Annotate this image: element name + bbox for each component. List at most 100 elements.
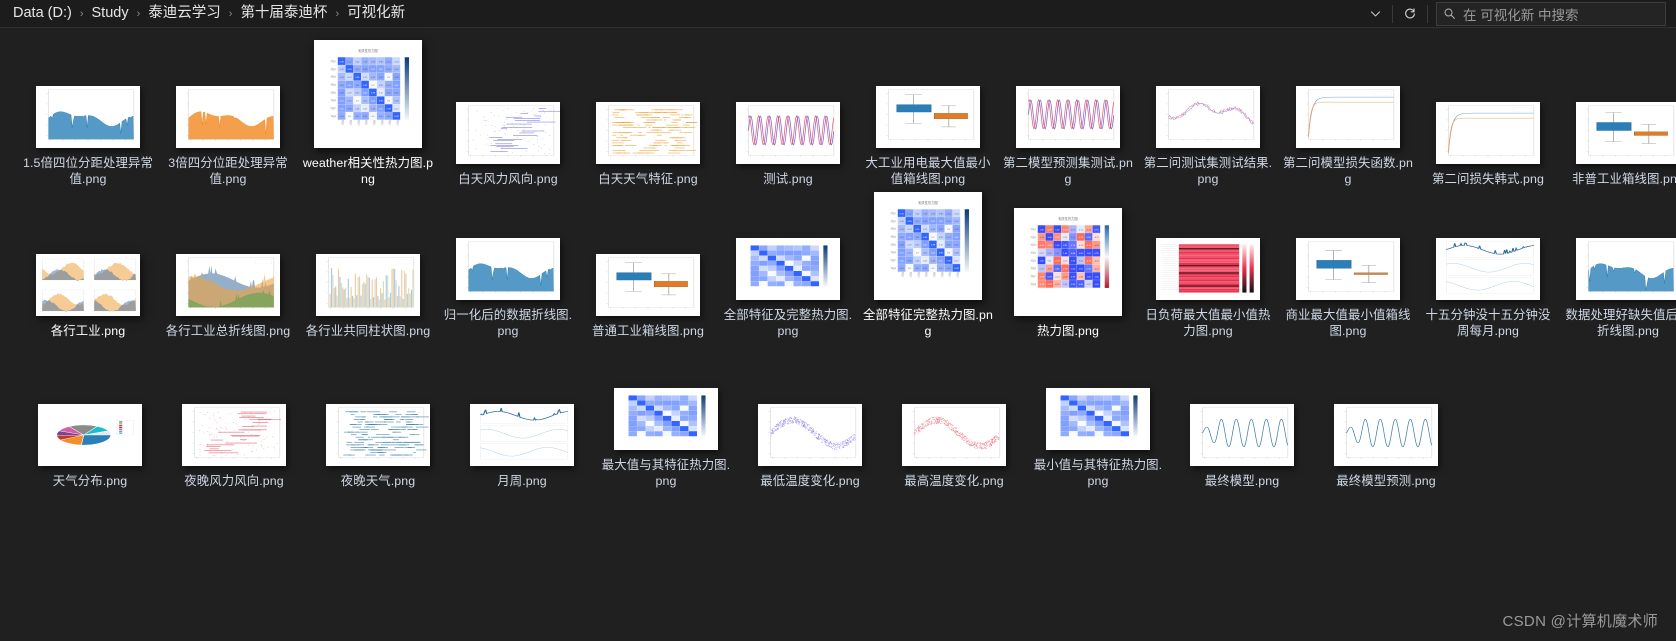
file-tile[interactable]: 相关性热力图 1.00 -0.88 1.00 -0.83 0.42 0.11 -0.60 0.9… bbox=[1002, 194, 1134, 344]
file-tile[interactable]: 白天天气特征.png bbox=[582, 42, 714, 192]
file-thumbnail bbox=[1016, 86, 1120, 148]
breadcrumb-item-3[interactable]: 第十届泰迪杯 bbox=[235, 4, 332, 23]
file-tile[interactable]: 3倍四分位距处理异常值.png bbox=[162, 42, 294, 192]
file-thumbnail bbox=[596, 102, 700, 165]
file-tile[interactable]: 天气分布.png bbox=[22, 344, 158, 494]
file-name-label: 第二模型预测集测试.png bbox=[1003, 156, 1133, 187]
address-bar-controls: 在 可视化新 中搜索 bbox=[1360, 0, 1672, 27]
file-grid-row: 1.5倍四位分距处理异常值.png 3倍四分位距处理异常值.png 相关性热力图 0.… bbox=[18, 40, 1676, 192]
thumbnail-preview-loss-curve-2 bbox=[1436, 102, 1540, 165]
file-tile[interactable]: 1.5倍四位分距处理异常值.png bbox=[22, 42, 154, 192]
thumbnail-preview-heatmap-blue-labeled: 相关性热力图 0.99 0.57 0.30 0.49 0.43 0.38 0.53 0.24 0.… bbox=[314, 40, 422, 148]
file-thumbnail bbox=[326, 404, 430, 467]
file-tile[interactable]: 最低温度变化.png bbox=[742, 344, 878, 494]
file-thumbnail: 相关性热力图 1.00 -0.88 1.00 -0.83 0.42 0.11 -0.60 0.9… bbox=[1014, 208, 1122, 317]
svg-text:相关性热力图: 相关性热力图 bbox=[1058, 216, 1077, 221]
search-input[interactable]: 在 可视化新 中搜索 bbox=[1436, 1, 1666, 26]
file-tile[interactable]: 相关性热力图 0.99 0.57 0.30 0.49 0.43 0.38 0.53 0.24 0.… bbox=[302, 40, 434, 192]
file-tile[interactable]: 最终模型.png bbox=[1174, 344, 1310, 494]
search-icon bbox=[1443, 7, 1456, 20]
file-tile[interactable]: 商业最大值最小值箱线图.png bbox=[1282, 194, 1414, 344]
thumbnail-preview-bar-dense-pastel bbox=[316, 254, 420, 317]
file-tile[interactable]: 最小值与其特征热力图.png bbox=[1030, 344, 1166, 494]
file-tile[interactable]: 第二问损失韩式.png bbox=[1422, 42, 1554, 192]
file-name-label: 第二问损失韩式.png bbox=[1432, 172, 1544, 187]
file-thumbnail bbox=[1046, 387, 1150, 450]
chevron-down-icon[interactable] bbox=[1360, 2, 1390, 26]
thumbnail-preview-scatter-blue-bands bbox=[326, 404, 430, 467]
file-tile[interactable]: 各行业共同柱状图.png bbox=[302, 194, 434, 344]
toolbar-divider bbox=[1427, 4, 1428, 23]
thumbnail-preview-boxplot-blue-orange-3 bbox=[1296, 237, 1400, 300]
breadcrumb-separator-icon: › bbox=[228, 7, 233, 20]
file-name-label: 测试.png bbox=[763, 172, 813, 187]
file-name-label: 最高温度变化.png bbox=[904, 474, 1004, 489]
file-tile[interactable]: 第二问模型损失函数.png bbox=[1282, 42, 1414, 192]
file-tile[interactable]: 各行工业.png bbox=[22, 194, 154, 344]
thumbnail-preview-line-orange-dense bbox=[176, 86, 280, 148]
file-tile[interactable]: 普通工业箱线图.png bbox=[582, 194, 714, 344]
file-list-area[interactable]: 1.5倍四位分距处理异常值.png 3倍四分位距处理异常值.png 相关性热力图 0.… bbox=[0, 28, 1676, 641]
file-tile[interactable]: 全部特征及完整热力图.png bbox=[722, 194, 854, 344]
file-thumbnail bbox=[36, 254, 140, 317]
file-tile[interactable]: 十五分钟没十五分钟没周每月.png bbox=[1422, 194, 1554, 344]
file-tile[interactable]: 第二问测试集测试结果.png bbox=[1142, 42, 1274, 192]
thumbnail-preview-scatter-purple-steps bbox=[456, 102, 560, 165]
thumbnail-preview-heatmap-red-stripes bbox=[1156, 237, 1260, 300]
file-thumbnail bbox=[736, 102, 840, 165]
file-grid: 1.5倍四位分距处理异常值.png 3倍四分位距处理异常值.png 相关性热力图 0.… bbox=[18, 40, 1676, 494]
file-thumbnail bbox=[1334, 404, 1438, 467]
file-tile[interactable]: 归一化后的数据折线图.png bbox=[442, 194, 574, 344]
file-tile[interactable]: 夜晚天气.png bbox=[310, 344, 446, 494]
file-tile[interactable]: 最高温度变化.png bbox=[886, 344, 1022, 494]
refresh-icon[interactable] bbox=[1395, 2, 1425, 26]
file-tile[interactable]: 最终模型预测.png bbox=[1318, 344, 1454, 494]
file-thumbnail bbox=[1436, 237, 1540, 300]
breadcrumb[interactable]: Data (D:) › Study › 泰迪云学习 › 第十届泰迪杯 › 可视化… bbox=[0, 0, 410, 27]
breadcrumb-item-4[interactable]: 可视化新 bbox=[342, 4, 410, 23]
thumbnail-preview-wave-purple-red bbox=[1016, 86, 1120, 148]
file-tile[interactable]: 大工业用电最大值最小值箱线图.png bbox=[862, 42, 994, 192]
file-thumbnail bbox=[1190, 404, 1294, 467]
file-tile[interactable]: 月周.png bbox=[454, 344, 590, 494]
file-name-label: 最低温度变化.png bbox=[760, 474, 860, 489]
breadcrumb-item-0[interactable]: Data (D:) bbox=[8, 4, 77, 23]
file-name-label: 天气分布.png bbox=[52, 474, 128, 489]
file-name-label: 最大值与其特征热力图.png bbox=[601, 457, 731, 489]
thumbnail-preview-boxplot-blue-orange bbox=[596, 254, 700, 317]
file-tile[interactable]: 数据处理好缺失值后的折线图.png bbox=[1562, 194, 1676, 344]
file-name-label: 普通工业箱线图.png bbox=[592, 324, 704, 339]
file-thumbnail bbox=[758, 404, 862, 467]
file-thumbnail bbox=[182, 404, 286, 467]
file-name-label: 热力图.png bbox=[1037, 324, 1099, 339]
file-tile[interactable]: 各行工业总折线图.png bbox=[162, 194, 294, 344]
file-name-label: 最终模型预测.png bbox=[1336, 474, 1436, 489]
file-thumbnail bbox=[1156, 237, 1260, 300]
file-thumbnail bbox=[316, 254, 420, 317]
breadcrumb-item-1[interactable]: Study bbox=[87, 4, 134, 23]
file-name-label: 全部特征及完整热力图.png bbox=[723, 307, 853, 339]
breadcrumb-separator-icon: › bbox=[79, 7, 84, 20]
file-tile[interactable]: 测试.png bbox=[722, 42, 854, 192]
file-tile[interactable]: 白天风力风向.png bbox=[442, 42, 574, 192]
file-name-label: weather相关性热力图.png bbox=[302, 156, 434, 187]
file-name-label: 白天风力风向.png bbox=[458, 172, 558, 187]
file-tile[interactable]: 夜晚风力风向.png bbox=[166, 344, 302, 494]
file-tile[interactable]: 日负荷最大值最小值热力图.png bbox=[1142, 194, 1274, 344]
thumbnail-preview-heatmap-blue-small bbox=[614, 387, 718, 450]
breadcrumb-item-2[interactable]: 泰迪云学习 bbox=[143, 4, 226, 23]
file-tile[interactable]: 相关性热力图 0.99 0.57 0.30 0.49 0.43 0.38 0.53 0.24 0.… bbox=[862, 191, 994, 344]
file-thumbnail bbox=[876, 86, 980, 148]
file-name-label: 全部特征完整热力图.png bbox=[863, 307, 993, 339]
thumbnail-preview-heatmap-redblue-labeled: 相关性热力图 1.00 -0.88 1.00 -0.83 0.42 0.11 -0.60 0.9… bbox=[1014, 208, 1122, 317]
file-thumbnail bbox=[456, 102, 560, 165]
file-name-label: 第二问测试集测试结果.png bbox=[1143, 156, 1273, 187]
thumbnail-preview-boxplot-blue-orange-2 bbox=[1576, 102, 1676, 165]
breadcrumb-separator-icon: › bbox=[335, 7, 340, 20]
thumbnail-preview-boxplot-blue-orange bbox=[876, 86, 980, 148]
thumbnail-preview-line-blue-dense bbox=[456, 237, 560, 300]
file-tile[interactable]: 第二模型预测集测试.png bbox=[1002, 42, 1134, 192]
file-tile[interactable]: 非普工业箱线图.png bbox=[1562, 42, 1676, 192]
file-name-label: 夜晚风力风向.png bbox=[184, 474, 284, 489]
file-tile[interactable]: 最大值与其特征热力图.png bbox=[598, 344, 734, 494]
